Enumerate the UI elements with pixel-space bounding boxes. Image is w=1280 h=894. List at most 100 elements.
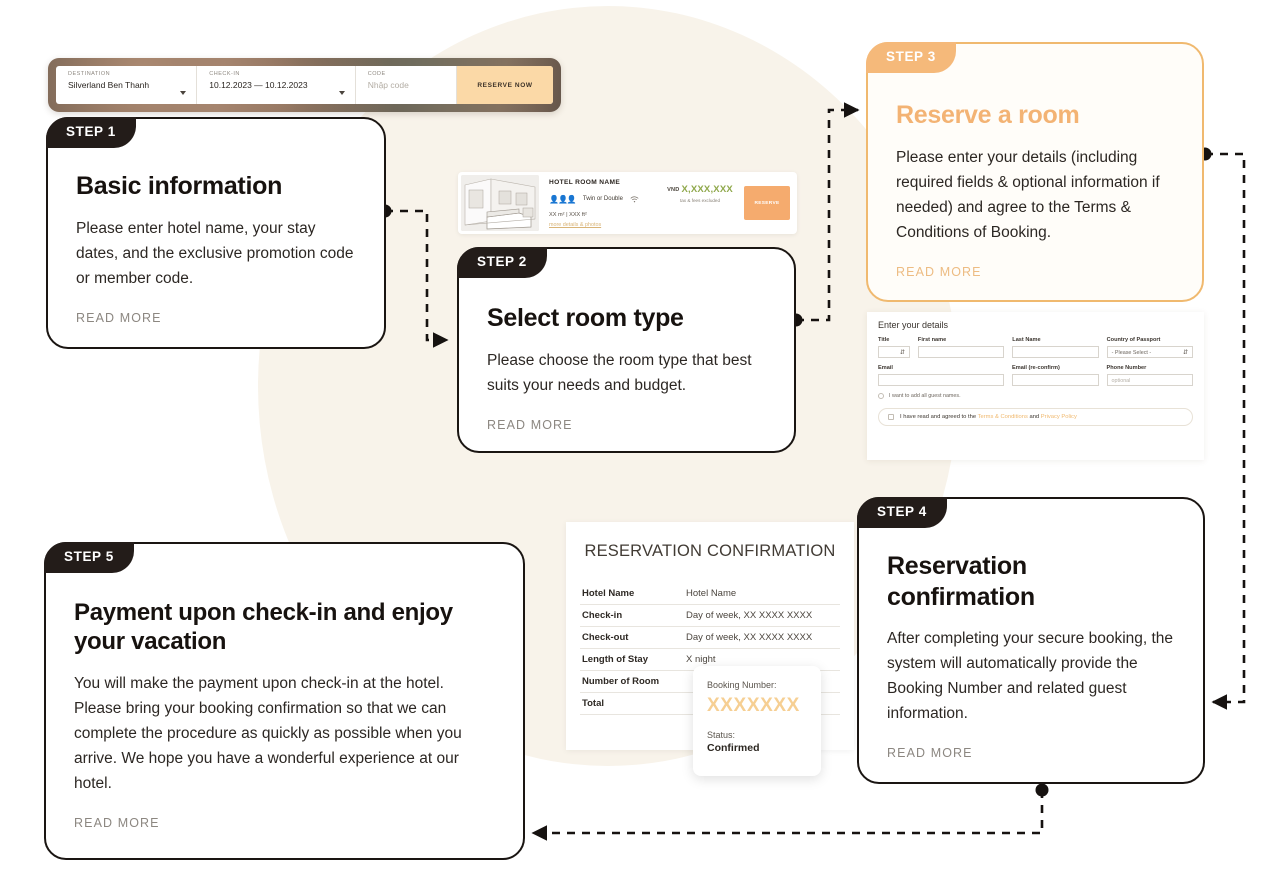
step-card-3[interactable]: STEP 3 Reserve a room Please enter your … xyxy=(866,42,1204,302)
status-label: Status: xyxy=(707,730,736,740)
form-row-2: Email Email (re-confirm) Phone Number op… xyxy=(878,365,1193,386)
row-key: Number of Room xyxy=(580,670,684,693)
email-label: Email xyxy=(878,365,893,371)
step-1-text: Please enter hotel name, your stay dates… xyxy=(76,219,354,287)
add-guest-names-checkbox[interactable]: I want to add all guest names. xyxy=(878,393,1193,399)
step-1-title: Basic information xyxy=(76,172,283,200)
tax-note: tax & fees excluded xyxy=(679,198,721,203)
room-meta: 👤👤👤 Twin or Double xyxy=(549,190,656,208)
select-arrows-icon: ⇵ xyxy=(899,350,905,356)
step-2-text: Please choose the room type that best su… xyxy=(487,351,752,394)
step-card-5[interactable]: STEP 5 Payment upon check-in and enjoy y… xyxy=(44,542,525,860)
phone-group: Phone Number optional xyxy=(1106,365,1193,386)
step-5-body: Payment upon check-in and enjoy your vac… xyxy=(46,544,523,852)
step-3-read-more[interactable]: READ MORE xyxy=(896,265,1172,279)
row-key: Check-out xyxy=(580,626,684,649)
destination-label: DESTINATION xyxy=(68,71,111,77)
row-key: Hotel Name xyxy=(580,583,684,605)
country-select[interactable]: - Please Select - ⇵ xyxy=(1106,346,1193,358)
phone-input[interactable]: optional xyxy=(1106,374,1193,386)
form-row-1: Title ⇵ First name Last Name Country of … xyxy=(878,337,1193,358)
table-row: Check-out Day of week, XX XXXX XXXX xyxy=(580,626,840,649)
step-2-title: Select room type xyxy=(487,304,684,332)
email-confirm-label: Email (re-confirm) xyxy=(1012,365,1060,371)
booking-number-label: Booking Number: xyxy=(707,680,777,690)
code-label: CODE xyxy=(367,71,386,77)
row-value: Hotel Name xyxy=(684,583,840,605)
room-photo xyxy=(461,175,539,231)
add-guest-names-label: I want to add all guest names. xyxy=(889,393,961,399)
step-4-tab: STEP 4 xyxy=(857,497,947,528)
phone-placeholder: optional xyxy=(1111,378,1131,384)
terms-and: and xyxy=(1029,414,1040,420)
table-row: Hotel Name Hotel Name xyxy=(580,583,840,605)
step-2-read-more[interactable]: READ MORE xyxy=(487,418,766,432)
first-name-input[interactable] xyxy=(917,346,1005,358)
step-1-body: Basic information Please enter hotel nam… xyxy=(48,119,384,349)
checkbox-icon xyxy=(878,393,884,399)
checkin-label: CHECK-IN xyxy=(209,71,240,77)
checkin-field[interactable]: CHECK-IN 10.12.2023 — 10.12.2023 xyxy=(197,66,356,104)
step-3-title: Reserve a room xyxy=(896,101,1080,129)
confirmation-title: RESERVATION CONFIRMATION xyxy=(584,542,836,560)
room-size: XX m² | XXX ft² xyxy=(549,212,587,218)
step-3-text: Please enter your details (including req… xyxy=(896,148,1160,241)
row-key: Total xyxy=(580,692,684,715)
destination-field[interactable]: DESTINATION Silverland Ben Thanh xyxy=(56,66,198,104)
step-4-read-more[interactable]: READ MORE xyxy=(887,746,1177,760)
step-5-text: You will make the payment upon check-in … xyxy=(74,674,462,792)
price-value: X,XXX,XXX xyxy=(681,184,733,195)
phone-label: Phone Number xyxy=(1106,365,1147,371)
country-label: Country of Passport xyxy=(1106,337,1161,343)
search-bar-widget: DESTINATION Silverland Ben Thanh CHECK-I… xyxy=(48,58,561,112)
step-5-title: Payment upon check-in and enjoy your vac… xyxy=(74,599,453,656)
promo-code-field[interactable]: CODE Nhập code xyxy=(356,66,457,104)
row-key: Check-in xyxy=(580,604,684,627)
row-key: Length of Stay xyxy=(580,648,684,671)
step-4-body: Reservation confirmation After completin… xyxy=(859,499,1203,782)
room-price: VND X,XXX,XXX xyxy=(656,184,744,195)
privacy-policy-link[interactable]: Privacy Policy xyxy=(1041,414,1077,420)
terms-conditions-link[interactable]: Terms & Conditions xyxy=(978,414,1028,420)
step-card-2[interactable]: STEP 2 Select room type Please choose th… xyxy=(457,247,796,453)
email-confirm-input[interactable] xyxy=(1012,374,1099,386)
connector-dot-step4 xyxy=(1035,783,1049,797)
room-reserve-button[interactable]: RESERVE xyxy=(744,186,790,220)
room-type-card-widget: HOTEL ROOM NAME 👤👤👤 Twin or Double XX m²… xyxy=(458,172,797,234)
email-group: Email xyxy=(878,365,1004,386)
booking-number-value: XXXXXXX xyxy=(707,695,800,716)
row-value: Day of week, XX XXXX XXXX xyxy=(684,604,840,627)
step-card-1[interactable]: STEP 1 Basic information Please enter ho… xyxy=(46,117,386,349)
code-placeholder: Nhập code xyxy=(367,80,409,90)
wifi-icon xyxy=(630,190,639,208)
connector-step3-step4 xyxy=(1205,152,1246,710)
terms-agreement-row[interactable]: I have read and agreed to the Terms & Co… xyxy=(878,408,1193,426)
status-badge: Confirmed xyxy=(707,742,760,754)
room-details-link[interactable]: more details & photos xyxy=(549,222,656,228)
booking-number-popup: Booking Number: XXXXXXX Status: Confirme… xyxy=(693,666,821,776)
reserve-now-button[interactable]: RESERVE NOW xyxy=(456,66,553,104)
step-4-text: After completing your secure booking, th… xyxy=(887,630,1174,723)
step-1-read-more[interactable]: READ MORE xyxy=(76,311,356,325)
last-name-group: Last Name xyxy=(1012,337,1099,358)
last-name-label: Last Name xyxy=(1012,337,1041,343)
title-select[interactable]: ⇵ xyxy=(878,346,910,358)
email-input[interactable] xyxy=(878,374,1004,386)
last-name-input[interactable] xyxy=(1012,346,1099,358)
checkin-value: 10.12.2023 — 10.12.2023 xyxy=(209,80,308,90)
terms-text: I have read and agreed to the Terms & Co… xyxy=(900,414,1077,420)
select-arrows-icon: ⇵ xyxy=(1182,350,1188,356)
country-value: - Please Select - xyxy=(1111,350,1152,356)
email-confirm-group: Email (re-confirm) xyxy=(1012,365,1099,386)
checkbox-icon xyxy=(888,414,894,420)
step-5-tab: STEP 5 xyxy=(44,542,134,573)
step-card-4[interactable]: STEP 4 Reservation confirmation After co… xyxy=(857,497,1205,784)
table-row: Check-in Day of week, XX XXXX XXXX xyxy=(580,604,840,627)
currency-label: VND xyxy=(667,187,680,193)
enter-details-form-widget: Enter your details Title ⇵ First name La… xyxy=(867,312,1204,460)
step-5-read-more[interactable]: READ MORE xyxy=(74,816,493,830)
chevron-down-icon xyxy=(338,91,345,95)
step-3-tab: STEP 3 xyxy=(866,42,956,73)
title-field-group: Title ⇵ xyxy=(878,337,910,358)
room-info: HOTEL ROOM NAME 👤👤👤 Twin or Double XX m²… xyxy=(539,175,656,231)
